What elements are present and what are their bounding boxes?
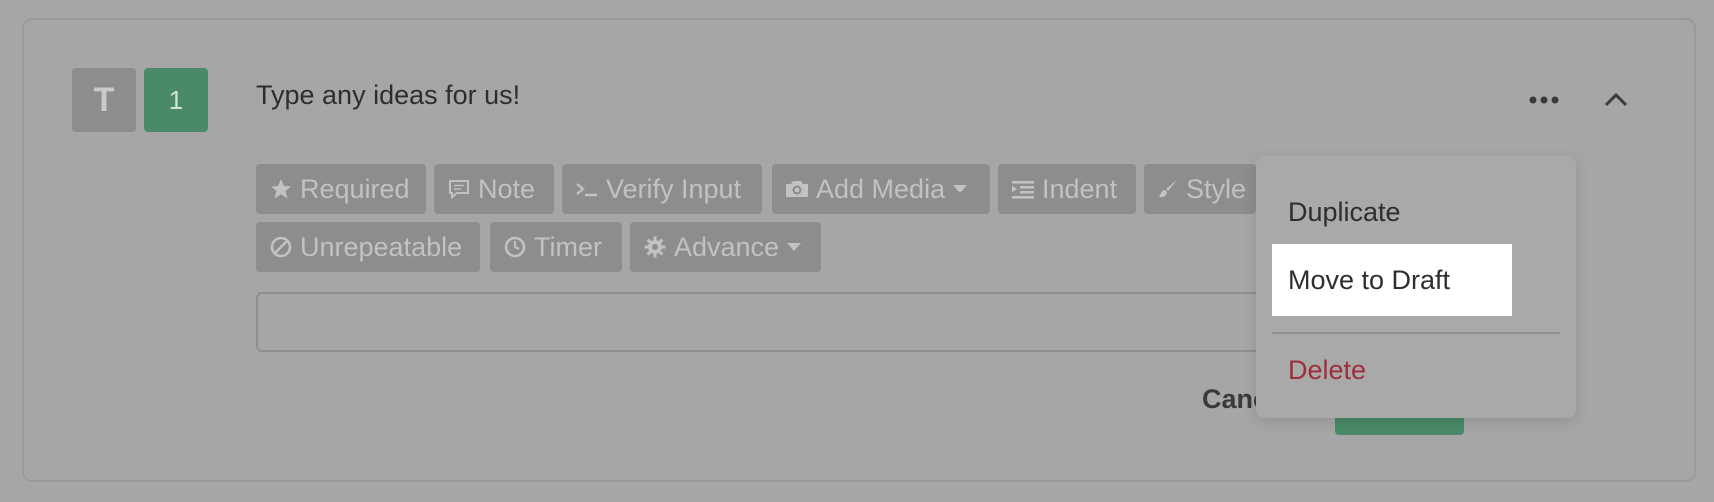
style-label: Style — [1186, 173, 1247, 204]
ellipsis-icon — [1529, 96, 1559, 104]
advance-dropdown[interactable]: Advance — [630, 222, 821, 272]
unrepeatable-label: Unrepeatable — [300, 231, 463, 262]
menu-item-duplicate[interactable]: Duplicate — [1272, 176, 1512, 248]
cancel-button[interactable]: Cancel — [1202, 384, 1262, 415]
note-label: Note — [478, 173, 536, 204]
advance-label: Advance — [674, 231, 780, 262]
caret-down-icon — [787, 243, 802, 251]
more-options-menu: Duplicate Move to Draft Delete — [1256, 156, 1576, 418]
indent-label: Indent — [1042, 173, 1118, 204]
paintbrush-icon — [1156, 176, 1180, 202]
unrepeatable-button[interactable]: Unrepeatable — [256, 222, 480, 272]
verify-input-label: Verify Input — [606, 173, 742, 204]
menu-item-move-to-draft[interactable]: Move to Draft — [1272, 244, 1512, 316]
answer-input[interactable] — [256, 292, 1396, 352]
gear-icon — [642, 234, 668, 260]
verify-input-button[interactable]: Verify Input — [562, 164, 762, 214]
add-media-label: Add Media — [816, 173, 946, 204]
chevron-up-icon — [1604, 92, 1628, 107]
caret-down-icon — [953, 185, 968, 193]
required-button[interactable]: Required — [256, 164, 426, 214]
collapse-button[interactable] — [1598, 82, 1634, 118]
indent-button[interactable]: Indent — [998, 164, 1136, 214]
add-media-dropdown[interactable]: Add Media — [772, 164, 990, 214]
menu-item-delete[interactable]: Delete — [1272, 334, 1512, 406]
question-type-badge: T — [72, 68, 136, 132]
note-button[interactable]: Note — [434, 164, 554, 214]
style-button[interactable]: Style — [1144, 164, 1256, 214]
question-number-badge: 1 — [144, 68, 208, 132]
ban-icon — [268, 234, 294, 260]
question-title[interactable]: Type any ideas for us! — [256, 80, 520, 111]
required-label: Required — [300, 173, 410, 204]
star-icon — [268, 176, 294, 202]
timer-button[interactable]: Timer — [490, 222, 622, 272]
timer-label: Timer — [534, 231, 602, 262]
indent-icon — [1010, 176, 1036, 202]
camera-icon — [784, 176, 810, 202]
comment-icon — [446, 176, 472, 202]
more-options-button[interactable] — [1526, 82, 1562, 118]
clock-icon — [502, 234, 528, 260]
terminal-icon — [574, 176, 600, 202]
